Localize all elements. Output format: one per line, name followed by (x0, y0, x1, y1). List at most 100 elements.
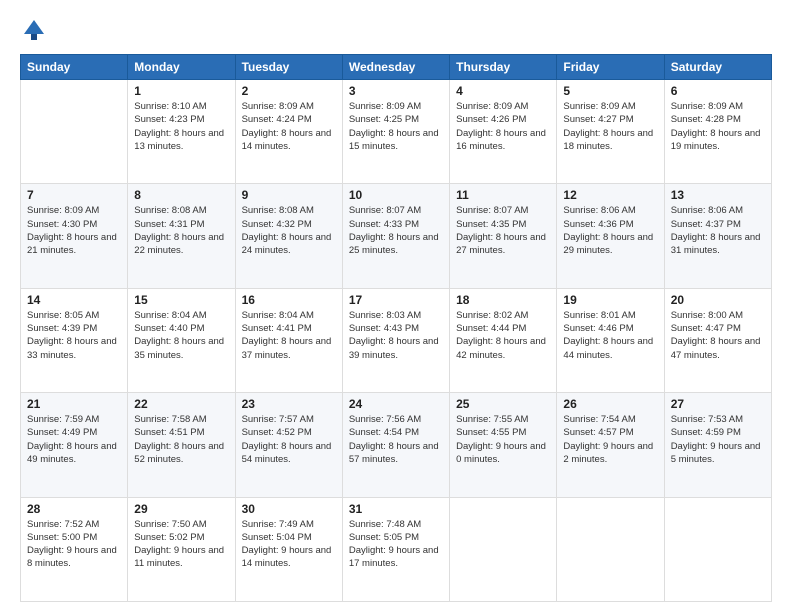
calendar-cell: 9 Sunrise: 8:08 AMSunset: 4:32 PMDaylight… (235, 184, 342, 288)
day-info: Sunrise: 7:48 AMSunset: 5:05 PMDaylight:… (349, 518, 443, 571)
logo (20, 16, 52, 44)
calendar-cell: 25Sunrise: 7:55 AMSunset: 4:55 PMDayligh… (450, 393, 557, 497)
day-number: 24 (349, 397, 443, 411)
day-number: 6 (671, 84, 765, 98)
day-info: Sunrise: 8:10 AMSunset: 4:23 PMDaylight:… (134, 100, 228, 153)
calendar-cell: 30 Sunrise: 7:49 AMSunset: 5:04 PMDayligh… (235, 497, 342, 601)
day-number: 10 (349, 188, 443, 202)
day-info: Sunrise: 7:54 AMSunset: 4:57 PMDaylight:… (563, 413, 657, 466)
day-number: 26 (563, 397, 657, 411)
day-info: Sunrise: 7:55 AMSunset: 4:55 PMDaylight:… (456, 413, 550, 466)
day-info: Sunrise: 7:53 AMSunset: 4:59 PMDaylight:… (671, 413, 765, 466)
day-info: Sunrise: 8:09 AMSunset: 4:24 PMDaylight:… (242, 100, 336, 153)
calendar-cell: 17 Sunrise: 8:03 AMSunset: 4:43 PMDayligh… (342, 288, 449, 392)
day-number: 5 (563, 84, 657, 98)
day-info: Sunrise: 8:00 AMSunset: 4:47 PMDaylight:… (671, 309, 765, 362)
day-number: 17 (349, 293, 443, 307)
day-info: Sunrise: 8:08 AMSunset: 4:32 PMDaylight:… (242, 204, 336, 257)
weekday-header: Saturday (664, 55, 771, 80)
calendar-cell: 3 Sunrise: 8:09 AMSunset: 4:25 PMDaylight… (342, 80, 449, 184)
day-number: 16 (242, 293, 336, 307)
day-info: Sunrise: 8:06 AMSunset: 4:36 PMDaylight:… (563, 204, 657, 257)
day-number: 31 (349, 502, 443, 516)
day-info: Sunrise: 7:57 AMSunset: 4:52 PMDaylight:… (242, 413, 336, 466)
day-number: 9 (242, 188, 336, 202)
day-number: 8 (134, 188, 228, 202)
calendar-cell: 28 Sunrise: 7:52 AMSunset: 5:00 PMDayligh… (21, 497, 128, 601)
calendar-cell: 2 Sunrise: 8:09 AMSunset: 4:24 PMDaylight… (235, 80, 342, 184)
calendar-cell: 21 Sunrise: 7:59 AMSunset: 4:49 PMDayligh… (21, 393, 128, 497)
day-number: 11 (456, 188, 550, 202)
weekday-header: Monday (128, 55, 235, 80)
weekday-row: SundayMondayTuesdayWednesdayThursdayFrid… (21, 55, 772, 80)
calendar-cell: 11 Sunrise: 8:07 AMSunset: 4:35 PMDayligh… (450, 184, 557, 288)
day-info: Sunrise: 8:09 AMSunset: 4:26 PMDaylight:… (456, 100, 550, 153)
day-number: 29 (134, 502, 228, 516)
calendar-cell: 12 Sunrise: 8:06 AMSunset: 4:36 PMDayligh… (557, 184, 664, 288)
day-info: Sunrise: 8:07 AMSunset: 4:33 PMDaylight:… (349, 204, 443, 257)
day-info: Sunrise: 8:08 AMSunset: 4:31 PMDaylight:… (134, 204, 228, 257)
page: SundayMondayTuesdayWednesdayThursdayFrid… (0, 0, 792, 612)
calendar-cell (21, 80, 128, 184)
calendar-cell: 19 Sunrise: 8:01 AMSunset: 4:46 PMDayligh… (557, 288, 664, 392)
calendar-cell: 7 Sunrise: 8:09 AMSunset: 4:30 PMDaylight… (21, 184, 128, 288)
calendar-cell: 13 Sunrise: 8:06 AMSunset: 4:37 PMDayligh… (664, 184, 771, 288)
day-info: Sunrise: 7:50 AMSunset: 5:02 PMDaylight:… (134, 518, 228, 571)
day-number: 23 (242, 397, 336, 411)
day-info: Sunrise: 8:07 AMSunset: 4:35 PMDaylight:… (456, 204, 550, 257)
day-number: 28 (27, 502, 121, 516)
weekday-header: Friday (557, 55, 664, 80)
header (20, 16, 772, 44)
calendar-body: 1Sunrise: 8:10 AMSunset: 4:23 PMDaylight… (21, 80, 772, 602)
calendar-week-row: 7 Sunrise: 8:09 AMSunset: 4:30 PMDaylight… (21, 184, 772, 288)
weekday-header: Sunday (21, 55, 128, 80)
day-info: Sunrise: 8:02 AMSunset: 4:44 PMDaylight:… (456, 309, 550, 362)
day-info: Sunrise: 8:09 AMSunset: 4:30 PMDaylight:… (27, 204, 121, 257)
day-number: 3 (349, 84, 443, 98)
calendar-cell: 18Sunrise: 8:02 AMSunset: 4:44 PMDayligh… (450, 288, 557, 392)
calendar-cell: 14 Sunrise: 8:05 AMSunset: 4:39 PMDayligh… (21, 288, 128, 392)
day-number: 21 (27, 397, 121, 411)
day-info: Sunrise: 8:06 AMSunset: 4:37 PMDaylight:… (671, 204, 765, 257)
weekday-header: Wednesday (342, 55, 449, 80)
calendar-cell: 29 Sunrise: 7:50 AMSunset: 5:02 PMDayligh… (128, 497, 235, 601)
calendar-week-row: 14 Sunrise: 8:05 AMSunset: 4:39 PMDayligh… (21, 288, 772, 392)
day-info: Sunrise: 7:58 AMSunset: 4:51 PMDaylight:… (134, 413, 228, 466)
day-number: 14 (27, 293, 121, 307)
day-number: 12 (563, 188, 657, 202)
calendar-cell: 20 Sunrise: 8:00 AMSunset: 4:47 PMDayligh… (664, 288, 771, 392)
calendar-cell: 26 Sunrise: 7:54 AMSunset: 4:57 PMDayligh… (557, 393, 664, 497)
day-number: 20 (671, 293, 765, 307)
day-info: Sunrise: 8:01 AMSunset: 4:46 PMDaylight:… (563, 309, 657, 362)
calendar-cell: 1Sunrise: 8:10 AMSunset: 4:23 PMDaylight… (128, 80, 235, 184)
calendar-cell (450, 497, 557, 601)
calendar-cell (664, 497, 771, 601)
day-info: Sunrise: 7:56 AMSunset: 4:54 PMDaylight:… (349, 413, 443, 466)
logo-icon (20, 16, 48, 44)
calendar-table: SundayMondayTuesdayWednesdayThursdayFrid… (20, 54, 772, 602)
day-info: Sunrise: 8:09 AMSunset: 4:25 PMDaylight:… (349, 100, 443, 153)
day-info: Sunrise: 8:03 AMSunset: 4:43 PMDaylight:… (349, 309, 443, 362)
calendar-cell: 27Sunrise: 7:53 AMSunset: 4:59 PMDayligh… (664, 393, 771, 497)
calendar-cell: 15Sunrise: 8:04 AMSunset: 4:40 PMDayligh… (128, 288, 235, 392)
calendar-week-row: 21 Sunrise: 7:59 AMSunset: 4:49 PMDayligh… (21, 393, 772, 497)
day-number: 2 (242, 84, 336, 98)
weekday-header: Tuesday (235, 55, 342, 80)
calendar-cell: 23 Sunrise: 7:57 AMSunset: 4:52 PMDayligh… (235, 393, 342, 497)
day-number: 7 (27, 188, 121, 202)
day-info: Sunrise: 7:52 AMSunset: 5:00 PMDaylight:… (27, 518, 121, 571)
day-number: 30 (242, 502, 336, 516)
weekday-header: Thursday (450, 55, 557, 80)
calendar-cell: 4Sunrise: 8:09 AMSunset: 4:26 PMDaylight… (450, 80, 557, 184)
calendar-cell: 31 Sunrise: 7:48 AMSunset: 5:05 PMDayligh… (342, 497, 449, 601)
calendar-cell (557, 497, 664, 601)
day-info: Sunrise: 8:09 AMSunset: 4:27 PMDaylight:… (563, 100, 657, 153)
day-info: Sunrise: 7:49 AMSunset: 5:04 PMDaylight:… (242, 518, 336, 571)
calendar-header: SundayMondayTuesdayWednesdayThursdayFrid… (21, 55, 772, 80)
day-number: 19 (563, 293, 657, 307)
day-number: 15 (134, 293, 228, 307)
day-info: Sunrise: 7:59 AMSunset: 4:49 PMDaylight:… (27, 413, 121, 466)
day-number: 13 (671, 188, 765, 202)
day-info: Sunrise: 8:05 AMSunset: 4:39 PMDaylight:… (27, 309, 121, 362)
calendar-cell: 22Sunrise: 7:58 AMSunset: 4:51 PMDayligh… (128, 393, 235, 497)
